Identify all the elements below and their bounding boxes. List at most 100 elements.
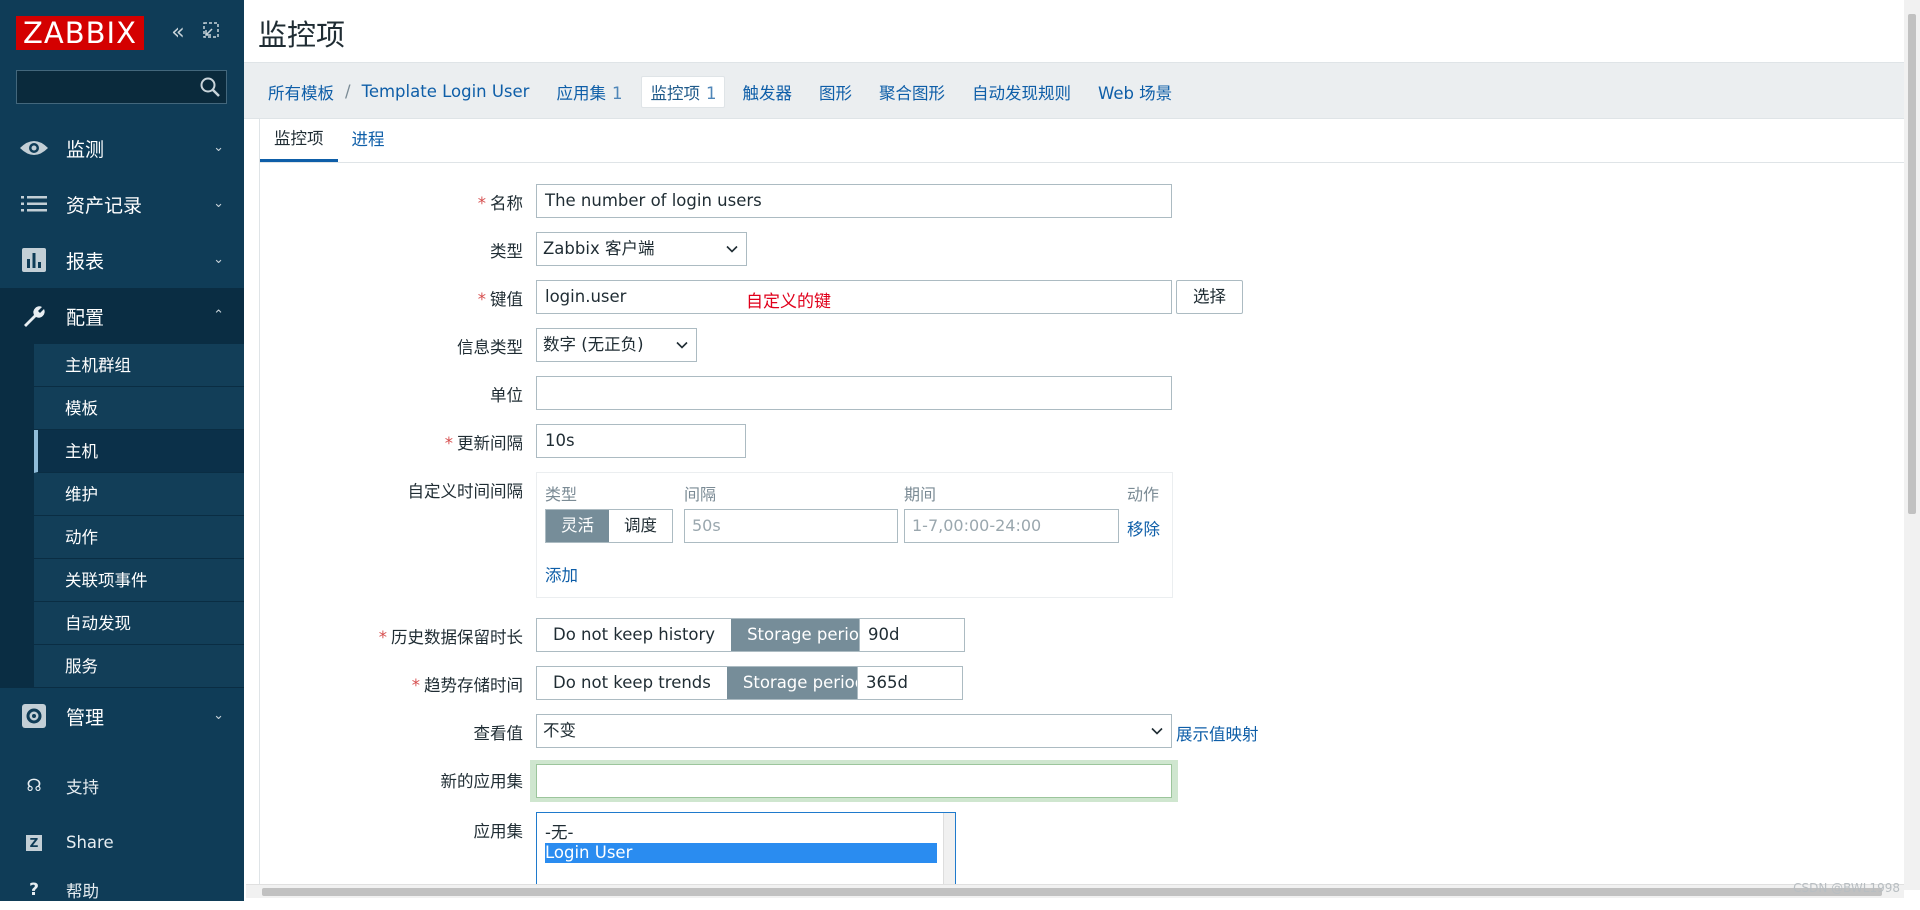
submenu-templates[interactable]: 模板 [34,387,244,430]
chevron-down-icon [1151,725,1163,737]
menu-configuration[interactable]: 配置 ⌃ [0,288,244,344]
form-subtabs: 监控项 进程 [260,119,1904,163]
footer-help[interactable]: ? 帮助 [0,870,244,910]
breadcrumb-template[interactable]: Template Login User [362,82,530,101]
key-annotation: 自定义的键 [746,287,831,312]
ci-period-input[interactable]: 1-7,00:00-24:00 [904,509,1119,543]
type-select[interactable]: Zabbix 客户端 [536,232,747,266]
menu-administration[interactable]: 管理 ⌄ [0,688,244,744]
search-icon[interactable] [199,76,221,98]
breadcrumb-all-templates[interactable]: 所有模板 [268,80,334,104]
footer-share[interactable]: Z Share [0,814,244,870]
menu-spacer [0,744,244,758]
submenu-discovery[interactable]: 自动发现 [34,602,244,645]
trends-period-input[interactable]: 365d [857,666,963,700]
horizontal-scrollbar-thumb[interactable] [262,888,1882,896]
tab-graphs[interactable]: 图形 [819,80,852,104]
info-type-select[interactable]: 数字 (无正负) [536,328,697,362]
submenu-hosts[interactable]: 主机 [34,430,244,473]
footer-help-label: 帮助 [66,878,99,902]
submenu-event-correlation[interactable]: 关联项事件 [34,559,244,602]
menu-reports-label: 报表 [66,247,104,274]
menu-reports[interactable]: 报表 ⌄ [0,232,244,288]
tab-discovery-rules[interactable]: 自动发现规则 [972,80,1071,104]
applications-option-none[interactable]: -无- [537,823,955,843]
new-application-label: 新的应用集 [441,768,524,792]
chevron-down-icon: ⌄ [213,252,224,267]
menu-inventory-label: 资产记录 [66,191,142,218]
new-application-input[interactable] [536,764,1172,798]
sidebar-search-input[interactable] [16,70,227,104]
history-period-input[interactable]: 90d [859,618,965,652]
info-type-label: 信息类型 [457,334,523,358]
footer-support-label: 支持 [66,774,99,798]
page-horizontal-scrollbar[interactable] [246,884,1904,898]
bar-chart-icon [16,246,52,274]
ci-remove-link[interactable]: 移除 [1127,516,1160,540]
units-input[interactable] [536,376,1172,410]
history-do-not-keep[interactable]: Do not keep history [537,619,731,651]
page-vertical-scrollbar[interactable] [1904,0,1920,890]
trends-label: *趋势存储时间 [412,672,523,696]
name-input[interactable]: The number of login users [536,184,1172,218]
help-icon: ? [22,880,46,900]
subtab-preprocessing[interactable]: 进程 [338,126,399,162]
update-interval-label-text: 更新间隔 [457,434,523,453]
ci-type-scheduling[interactable]: 调度 [609,510,672,542]
footer-support[interactable]: ☊ 支持 [0,758,244,814]
ci-add-link[interactable]: 添加 [545,562,578,586]
key-label: *键值 [478,286,523,310]
headset-icon: ☊ [22,776,46,796]
history-mode-toggle: Do not keep history Storage period [536,618,886,652]
zabbix-logo[interactable]: ZABBIX [16,16,144,50]
submenu-maintenance[interactable]: 维护 [34,473,244,516]
main-content: 监控项 所有模板 / Template Login User 应用集1 监控项1… [244,0,1904,890]
ci-interval-input[interactable]: 50s [684,509,898,543]
tab-screens[interactable]: 聚合图形 [879,80,945,104]
vertical-scrollbar-thumb[interactable] [1908,14,1916,514]
kiosk-mode-icon[interactable] [198,20,224,46]
tab-web-scenarios[interactable]: Web 场景 [1098,80,1172,104]
tab-applications-count: 1 [612,84,623,103]
show-value-select-value: 不变 [543,721,576,740]
subtab-item[interactable]: 监控项 [260,125,338,162]
tab-items[interactable]: 监控项1 [641,76,725,108]
info-type-select-value: 数字 (无正负) [543,335,644,354]
tab-applications[interactable]: 应用集 1 [556,80,622,104]
tab-triggers[interactable]: 触发器 [742,80,792,104]
menu-inventory[interactable]: 资产记录 ⌄ [0,176,244,232]
ci-header-period: 期间 [904,481,936,505]
name-label: *名称 [478,190,523,214]
chevron-down-icon: ⌄ [213,196,224,211]
show-value-select[interactable]: 不变 [536,714,1172,748]
list-icon [16,190,52,218]
collapse-sidebar-icon[interactable]: « [165,20,191,46]
item-form-panel: 监控项 进程 *名称 The number of login users 类型 … [259,119,1904,890]
chevron-down-icon [726,243,738,255]
trends-do-not-keep[interactable]: Do not keep trends [537,667,727,699]
units-label: 单位 [490,382,523,406]
key-input[interactable]: login.user [536,280,1172,314]
applications-option-login-user[interactable]: Login User [545,843,937,863]
ci-header-type: 类型 [545,481,577,505]
breadcrumb-bar: 所有模板 / Template Login User 应用集1 监控项1 触发器… [244,62,1904,119]
listbox-scrollbar[interactable] [943,813,955,894]
footer-share-label: Share [66,833,114,852]
menu-monitoring[interactable]: 监测 ⌄ [0,120,244,176]
key-select-button[interactable]: 选择 [1176,280,1243,314]
history-label-text: 历史数据保留时长 [391,628,523,647]
trends-mode-toggle: Do not keep trends Storage period [536,666,882,700]
show-value-label: 查看值 [474,720,524,744]
submenu-host-groups[interactable]: 主机群组 [34,344,244,387]
trends-label-text: 趋势存储时间 [424,676,523,695]
update-interval-input[interactable]: 10s [536,424,746,458]
show-value-mappings-link[interactable]: 展示值映射 [1176,721,1259,745]
ci-type-flexible[interactable]: 灵活 [546,510,609,542]
tab-items-count: 1 [706,84,717,103]
chevron-down-icon [676,339,688,351]
tab-applications-label: 应用集 [556,84,606,103]
applications-listbox[interactable]: -无- Login User [536,812,956,894]
key-label-text: 键值 [490,290,523,309]
submenu-actions[interactable]: 动作 [34,516,244,559]
submenu-services[interactable]: 服务 [34,645,244,688]
